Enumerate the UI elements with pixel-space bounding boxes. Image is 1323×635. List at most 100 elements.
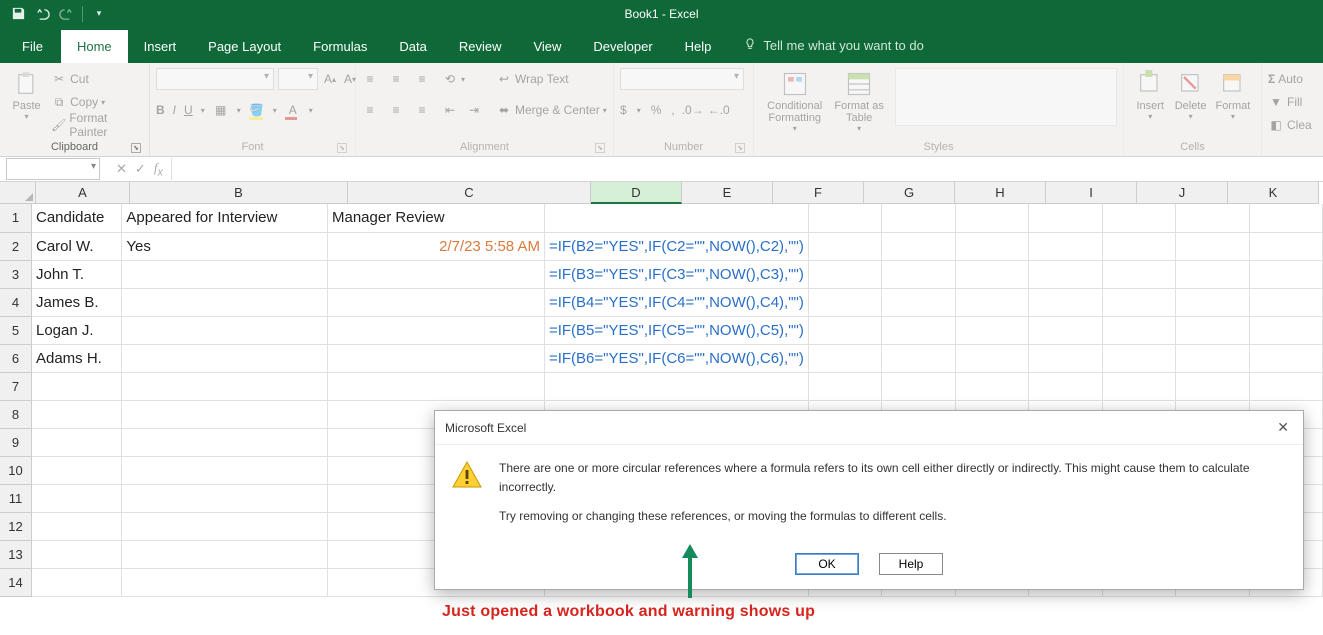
tab-developer[interactable]: Developer <box>577 30 668 63</box>
tab-formulas[interactable]: Formulas <box>297 30 383 63</box>
cell-F7[interactable] <box>882 372 955 400</box>
cell-D7[interactable] <box>544 372 808 400</box>
row-header-13[interactable]: 13 <box>0 540 31 568</box>
cell-E2[interactable] <box>808 232 881 260</box>
redo-icon[interactable] <box>56 4 76 24</box>
row-header-1[interactable]: 1 <box>0 204 31 232</box>
cell-B12[interactable] <box>122 512 328 540</box>
increase-font-icon[interactable]: A▴ <box>322 71 338 87</box>
clipboard-launcher[interactable]: ⬊ <box>131 143 141 153</box>
cell-I3[interactable] <box>1102 260 1175 288</box>
cell-J7[interactable] <box>1176 372 1249 400</box>
autosum-button[interactable]: Σ Auto <box>1268 68 1303 90</box>
cell-A9[interactable] <box>31 428 121 456</box>
insert-cells-button[interactable]: Insert▾ <box>1130 66 1170 121</box>
cell-A14[interactable] <box>31 568 121 596</box>
cell-A11[interactable] <box>31 484 121 512</box>
number-format-combo[interactable] <box>620 68 744 90</box>
format-cells-button[interactable]: Format▾ <box>1211 66 1255 121</box>
cell-B14[interactable] <box>122 568 328 596</box>
column-header-H[interactable]: H <box>955 182 1046 204</box>
undo-icon[interactable] <box>32 4 52 24</box>
font-size-combo[interactable] <box>278 68 318 90</box>
comma-button[interactable]: , <box>671 103 674 117</box>
cell-E6[interactable] <box>808 344 881 372</box>
cell-A13[interactable] <box>31 540 121 568</box>
cell-A8[interactable] <box>31 400 121 428</box>
cell-E1[interactable] <box>808 204 881 232</box>
cell-F5[interactable] <box>882 316 955 344</box>
enter-formula-icon[interactable]: ✓ <box>135 161 146 177</box>
align-left-icon[interactable]: ≡ <box>362 102 378 118</box>
wrap-text-button[interactable]: ↩Wrap Text <box>496 68 607 90</box>
cell-D3[interactable]: =IF(B3="YES",IF(C3="",NOW(),C3),"") <box>544 260 808 288</box>
orientation-icon[interactable]: ⟲ <box>442 71 458 87</box>
cut-button[interactable]: ✂Cut <box>51 68 143 90</box>
close-icon[interactable]: ✕ <box>1273 419 1293 436</box>
cell-E5[interactable] <box>808 316 881 344</box>
cell-A3[interactable]: John T. <box>31 260 121 288</box>
cell-A12[interactable] <box>31 512 121 540</box>
row-header-11[interactable]: 11 <box>0 484 31 512</box>
cell-I2[interactable] <box>1102 232 1175 260</box>
cell-G7[interactable] <box>955 372 1028 400</box>
column-header-D[interactable]: D <box>591 182 682 204</box>
decrease-decimal-icon[interactable]: ←.0 <box>711 102 727 118</box>
cell-H3[interactable] <box>1029 260 1102 288</box>
decrease-indent-icon[interactable]: ⇤ <box>442 102 458 118</box>
cell-C1[interactable]: Manager Review <box>327 204 544 232</box>
align-top-icon[interactable]: ≡ <box>362 71 378 87</box>
row-header-9[interactable]: 9 <box>0 428 31 456</box>
cell-C5[interactable] <box>327 316 544 344</box>
column-header-G[interactable]: G <box>864 182 955 204</box>
delete-cells-button[interactable]: Delete▾ <box>1170 66 1210 121</box>
cell-B7[interactable] <box>122 372 328 400</box>
increase-decimal-icon[interactable]: .0→ <box>685 102 701 118</box>
cell-J5[interactable] <box>1176 316 1249 344</box>
cell-F1[interactable] <box>882 204 955 232</box>
cell-B6[interactable] <box>122 344 328 372</box>
cell-A7[interactable] <box>31 372 121 400</box>
font-color-icon[interactable]: A <box>285 102 301 118</box>
font-launcher[interactable]: ⬊ <box>337 143 347 153</box>
copy-button[interactable]: ⧉Copy ▾ <box>51 91 143 113</box>
font-name-combo[interactable] <box>156 68 274 90</box>
cell-B10[interactable] <box>122 456 328 484</box>
cell-H4[interactable] <box>1029 288 1102 316</box>
format-painter-button[interactable]: 🖌Format Painter <box>51 114 143 136</box>
row-header-10[interactable]: 10 <box>0 456 31 484</box>
row-header-3[interactable]: 3 <box>0 260 31 288</box>
cell-C3[interactable] <box>327 260 544 288</box>
column-header-F[interactable]: F <box>773 182 864 204</box>
column-header-C[interactable]: C <box>348 182 591 204</box>
ok-button[interactable]: OK <box>795 553 859 575</box>
cell-B13[interactable] <box>122 540 328 568</box>
cell-B3[interactable] <box>122 260 328 288</box>
cell-I5[interactable] <box>1102 316 1175 344</box>
cell-C4[interactable] <box>327 288 544 316</box>
cell-B11[interactable] <box>122 484 328 512</box>
cell-K5[interactable] <box>1249 316 1323 344</box>
cell-styles-gallery[interactable] <box>895 68 1117 126</box>
cell-A2[interactable]: Carol W. <box>31 232 121 260</box>
tell-me[interactable]: Tell me what you want to do <box>727 28 939 63</box>
column-header-E[interactable]: E <box>682 182 773 204</box>
cell-A1[interactable]: Candidate <box>31 204 121 232</box>
cell-E7[interactable] <box>808 372 881 400</box>
align-middle-icon[interactable]: ≡ <box>388 71 404 87</box>
column-header-K[interactable]: K <box>1228 182 1319 204</box>
cell-G1[interactable] <box>955 204 1028 232</box>
cell-J6[interactable] <box>1176 344 1249 372</box>
tab-data[interactable]: Data <box>383 30 442 63</box>
help-button[interactable]: Help <box>879 553 943 575</box>
format-as-table-button[interactable]: Format as Table▾ <box>829 66 888 133</box>
tab-page-layout[interactable]: Page Layout <box>192 30 297 63</box>
fx-icon[interactable]: fx <box>154 160 163 179</box>
cell-D6[interactable]: =IF(B6="YES",IF(C6="",NOW(),C6),"") <box>544 344 808 372</box>
cell-B2[interactable]: Yes <box>122 232 328 260</box>
cell-B5[interactable] <box>122 316 328 344</box>
paste-button[interactable]: Paste ▾ <box>6 66 47 121</box>
cell-A5[interactable]: Logan J. <box>31 316 121 344</box>
row-header-12[interactable]: 12 <box>0 512 31 540</box>
cell-A10[interactable] <box>31 456 121 484</box>
